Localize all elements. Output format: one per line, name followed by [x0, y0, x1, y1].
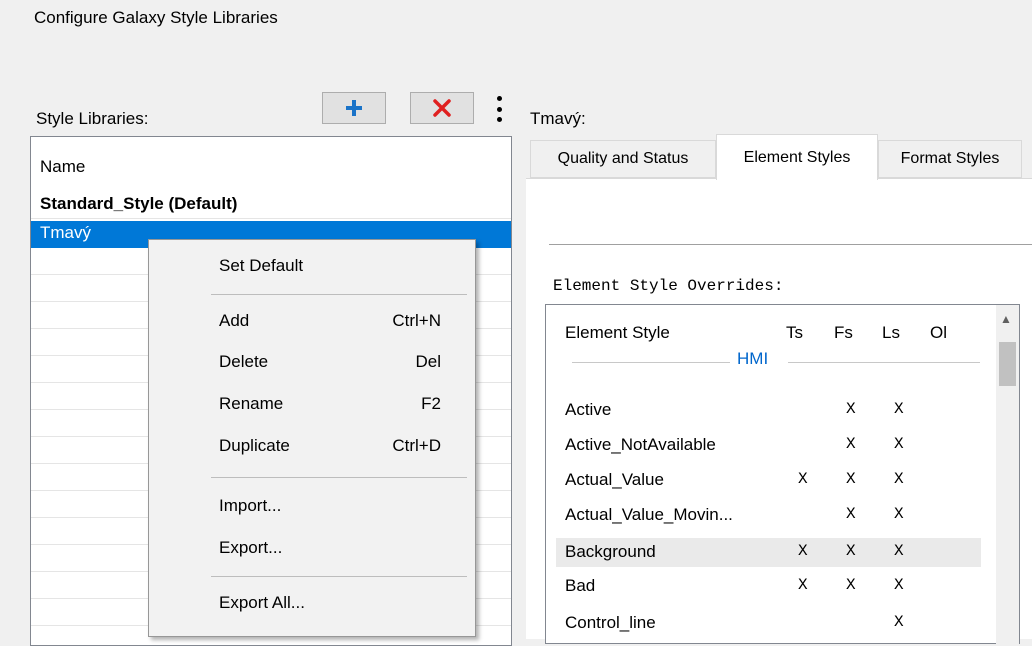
menu-separator	[211, 576, 467, 577]
context-menu: Set Default Add Ctrl+N Delete Del Rename…	[148, 239, 476, 637]
menu-item-label: Delete	[219, 352, 269, 371]
list-item-label: Standard_Style (Default)	[40, 194, 238, 213]
menu-item-shortcut: Del	[415, 352, 441, 371]
fs-cell: X	[846, 505, 856, 523]
column-header-ts[interactable]: Ts	[786, 323, 803, 343]
ls-cell: X	[894, 576, 904, 594]
column-header-name[interactable]: Name	[31, 137, 511, 191]
fs-cell: X	[846, 435, 856, 453]
column-header-fs[interactable]: Fs	[834, 323, 853, 343]
menu-item-shortcut: Ctrl+D	[392, 436, 441, 455]
tab-quality-and-status[interactable]: Quality and Status	[530, 140, 716, 178]
add-library-button[interactable]	[322, 92, 386, 124]
fs-cell: X	[846, 470, 856, 488]
list-item-standard-style[interactable]: Standard_Style (Default)	[31, 192, 511, 219]
ts-cell: X	[798, 542, 808, 560]
ls-cell: X	[894, 435, 904, 453]
menu-item-import[interactable]: Import...	[219, 488, 441, 524]
table-row[interactable]: Control_line X	[556, 609, 981, 638]
scroll-up-icon[interactable]: ▲	[1000, 312, 1012, 326]
menu-separator	[211, 477, 467, 478]
ls-cell: X	[894, 470, 904, 488]
column-header-ol[interactable]: Ol	[930, 323, 947, 343]
ts-cell: X	[798, 576, 808, 594]
ts-cell: X	[798, 470, 808, 488]
table-row[interactable]: Background X X X	[556, 538, 981, 567]
plus-icon	[346, 100, 362, 116]
group-divider	[572, 362, 730, 363]
element-style-name: Active_NotAvailable	[565, 435, 716, 454]
menu-item-shortcut: F2	[421, 394, 441, 413]
menu-item-label: Rename	[219, 394, 284, 413]
dialog-title: Configure Galaxy Style Libraries	[34, 8, 278, 27]
ls-cell: X	[894, 613, 904, 631]
list-item-label: Tmavý	[40, 223, 91, 242]
style-libraries-label: Style Libraries:	[36, 109, 149, 128]
column-header-element-style[interactable]: Element Style	[565, 323, 670, 343]
menu-item-label: Add	[219, 311, 250, 330]
menu-item-rename[interactable]: Rename F2	[219, 386, 441, 422]
menu-item-export-all[interactable]: Export All...	[219, 585, 441, 621]
column-header-label: Name	[40, 157, 86, 176]
menu-item-label: Export All...	[219, 593, 305, 612]
menu-item-shortcut: Ctrl+N	[392, 311, 441, 330]
table-row[interactable]: Active X X	[556, 396, 981, 425]
ls-cell: X	[894, 400, 904, 418]
fs-cell: X	[846, 576, 856, 594]
group-header-hmi: HMI	[737, 349, 769, 368]
ls-cell: X	[894, 505, 904, 523]
menu-separator	[211, 294, 467, 295]
scrollbar-thumb[interactable]	[999, 342, 1016, 386]
element-style-overrides-grid[interactable]: Element Style Ts Fs Ls Ol HMI Active X X…	[545, 304, 1020, 644]
fs-cell: X	[846, 400, 856, 418]
more-vertical-icon[interactable]	[493, 96, 505, 122]
element-style-name: Actual_Value	[565, 470, 664, 489]
menu-item-label: Duplicate	[219, 436, 290, 455]
menu-item-label: Export...	[219, 538, 283, 557]
table-row[interactable]: Actual_Value X X X	[556, 466, 981, 495]
menu-item-label: Import...	[219, 496, 282, 515]
fs-cell: X	[846, 542, 856, 560]
menu-item-duplicate[interactable]: Duplicate Ctrl+D	[219, 428, 441, 464]
table-row[interactable]: Active_NotAvailable X X	[556, 431, 981, 460]
element-style-name: Control_line	[565, 613, 656, 632]
divider	[549, 244, 1032, 245]
element-style-name: Actual_Value_Movin...	[565, 505, 733, 524]
menu-item-delete[interactable]: Delete Del	[219, 344, 441, 380]
element-style-name: Background	[565, 542, 656, 561]
selected-library-title: Tmavý:	[530, 109, 586, 128]
tab-element-styles[interactable]: Element Styles	[716, 134, 878, 180]
group-divider	[788, 362, 980, 363]
element-style-overrides-label: Element Style Overrides:	[553, 277, 784, 295]
menu-item-add[interactable]: Add Ctrl+N	[219, 303, 441, 339]
element-style-name: Bad	[565, 576, 596, 595]
element-style-name: Active	[565, 400, 612, 419]
menu-item-set-default[interactable]: Set Default	[219, 248, 441, 284]
menu-item-export[interactable]: Export...	[219, 530, 441, 566]
column-header-ls[interactable]: Ls	[882, 323, 900, 343]
delete-library-button[interactable]	[410, 92, 474, 124]
table-row[interactable]: Actual_Value_Movin... X X	[556, 501, 981, 530]
menu-item-label: Set Default	[219, 256, 304, 275]
tab-format-styles[interactable]: Format Styles	[878, 140, 1022, 178]
close-icon	[433, 99, 451, 117]
table-row[interactable]: Bad X X X	[556, 572, 981, 601]
ls-cell: X	[894, 542, 904, 560]
